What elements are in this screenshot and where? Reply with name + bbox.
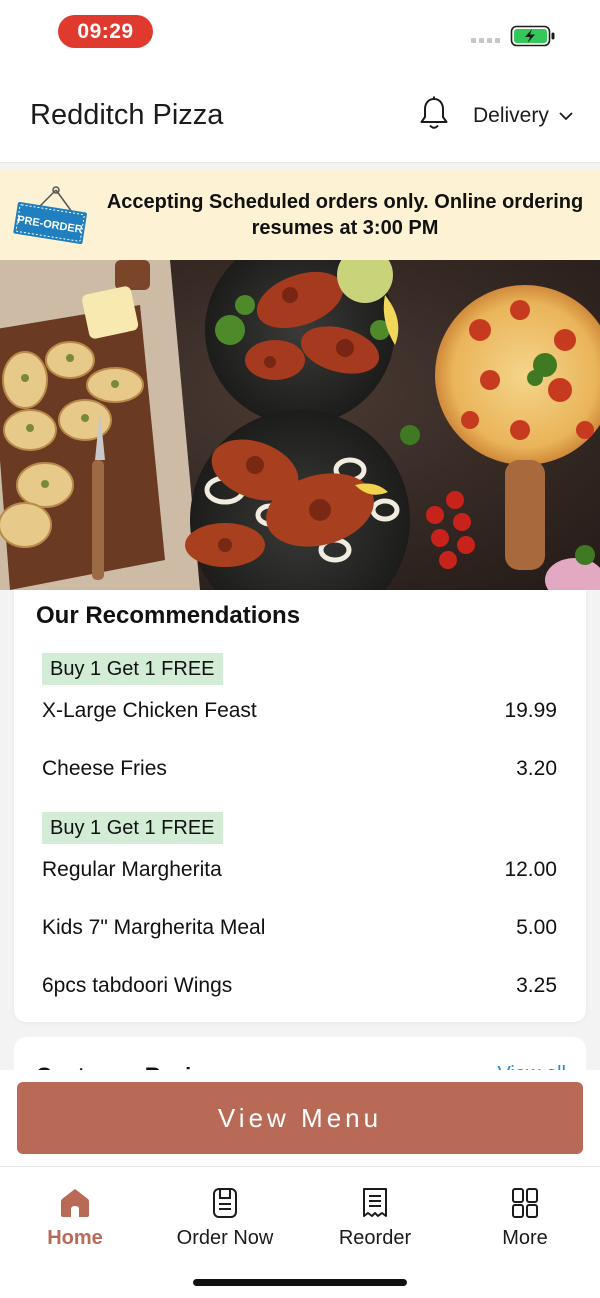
tab-label: More [502, 1227, 548, 1249]
status-bar: 09:29 [0, 0, 600, 70]
order-icon [213, 1188, 237, 1218]
store-name: Redditch Pizza [30, 99, 224, 131]
item-name[interactable]: Regular Margherita [42, 858, 222, 882]
battery-charging-icon [510, 25, 555, 47]
tab-more[interactable]: More [450, 1187, 600, 1250]
delivery-mode-label: Delivery [473, 104, 549, 127]
tab-label: Home [47, 1227, 103, 1249]
tab-label: Order Now [176, 1227, 274, 1249]
offer-tag: Buy 1 Get 1 FREE [42, 653, 223, 685]
item-price: 12.00 [504, 858, 557, 881]
item-price: 3.25 [516, 974, 557, 997]
item-name[interactable]: Cheese Fries [42, 757, 167, 781]
home-icon [61, 1189, 89, 1217]
offer-tag: Buy 1 Get 1 FREE [42, 812, 223, 844]
grid-icon [512, 1188, 538, 1218]
bell-icon[interactable] [418, 96, 450, 132]
banner-message: Accepting Scheduled orders only. Online … [106, 191, 584, 239]
tab-order-now[interactable]: Order Now [150, 1187, 300, 1250]
recommendations-title: Our Recommendations [36, 602, 301, 629]
item-price: 5.00 [516, 916, 557, 939]
view-menu-bar: View Menu [0, 1070, 600, 1166]
chevron-down-icon [559, 111, 573, 120]
hero-food-image [0, 260, 600, 590]
tab-reorder[interactable]: Reorder [300, 1187, 450, 1250]
tab-label: Reorder [338, 1227, 412, 1249]
tab-home[interactable]: Home [0, 1187, 150, 1250]
delivery-mode-select[interactable]: Delivery [473, 104, 573, 128]
item-price: 3.20 [516, 757, 557, 780]
home-indicator [193, 1279, 407, 1286]
recommendations-card: Our Recommendations Buy 1 Get 1 FREE X-L… [14, 590, 586, 1022]
item-name[interactable]: X-Large Chicken Feast [42, 699, 257, 723]
status-time: 09:29 [58, 15, 153, 48]
preorder-badge-icon: PRE-ORDER [13, 186, 87, 245]
view-menu-button[interactable]: View Menu [17, 1082, 583, 1154]
receipt-icon [363, 1188, 387, 1217]
signal-icon [471, 38, 500, 43]
item-name[interactable]: 6pcs tabdoori Wings [42, 974, 232, 998]
app-header: Redditch Pizza Delivery [0, 70, 600, 163]
item-price: 19.99 [504, 699, 557, 722]
item-name[interactable]: Kids 7" Margherita Meal [42, 916, 265, 940]
